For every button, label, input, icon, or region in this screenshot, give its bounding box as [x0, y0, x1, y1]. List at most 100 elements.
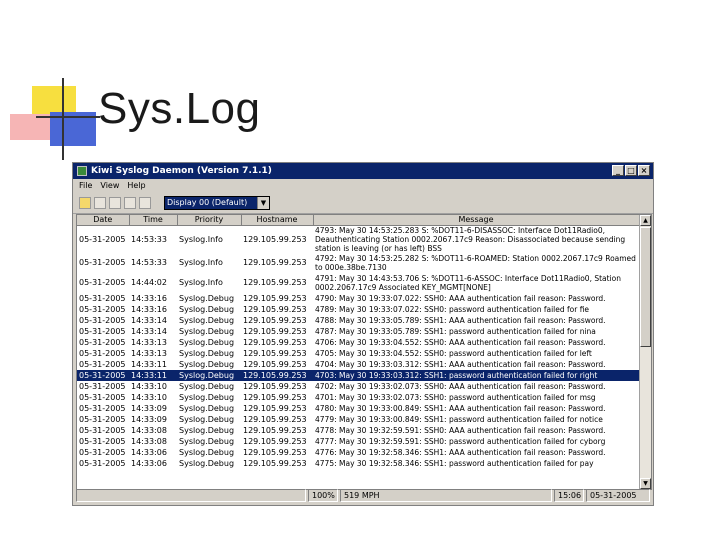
- table-row[interactable]: 05-31-2005 14:33:08 Syslog.Debug 129.105.99…: [77, 436, 639, 447]
- cell-time: 14:53:33: [131, 258, 167, 267]
- cell-hostname: 129.105.99.253: [243, 258, 307, 267]
- table-row[interactable]: 05-31-2005 14:33:10 Syslog.Debug 129.105.99…: [77, 392, 639, 403]
- vertical-scrollbar[interactable]: ▲ ▼: [639, 215, 651, 489]
- toolbar: Display 00 (Default) ▼: [73, 192, 653, 214]
- cell-time: 14:53:33: [131, 234, 167, 244]
- menu-file[interactable]: File: [79, 181, 92, 190]
- window-title: Kiwi Syslog Daemon (Version 7.1.1): [91, 166, 272, 176]
- close-button[interactable]: ×: [638, 165, 650, 176]
- cell-priority: Syslog.Debug: [179, 326, 235, 336]
- cell-priority: Syslog.Info: [179, 278, 223, 287]
- status-rate: 519 MPH: [340, 489, 552, 502]
- table-row[interactable]: 05-31-2005 14:33:08 Syslog.Debug 129.105.99…: [77, 425, 639, 436]
- table-row[interactable]: 05-31-2005 14:44:02 Syslog.Info 129.105.99.…: [77, 273, 639, 293]
- cell-priority: Syslog.Debug: [177, 369, 241, 381]
- cell-message: 4775: May 30 19:32:58.346: SSH1: passwor…: [315, 458, 594, 468]
- cell-date: 05-31-2005: [79, 403, 126, 413]
- menu-view[interactable]: View: [100, 181, 119, 190]
- clear-display-icon[interactable]: [79, 196, 91, 209]
- scroll-thumb[interactable]: [640, 227, 651, 347]
- window-titlebar[interactable]: Kiwi Syslog Daemon (Version 7.1.1) _ □ ×: [73, 163, 653, 179]
- table-row[interactable]: 05-31-2005 14:33:11 Syslog.Debug 129.105.99…: [77, 359, 639, 370]
- cell-hostname: 129.105.99.253: [243, 436, 307, 446]
- table-row[interactable]: 05-31-2005 14:33:14 Syslog.Debug 129.105.99…: [77, 315, 639, 326]
- setup-icon[interactable]: [139, 196, 151, 209]
- cell-priority: Syslog.Info: [179, 258, 223, 267]
- table-row[interactable]: 05-31-2005 14:33:11 Syslog.Debug 129.105.99…: [77, 369, 639, 381]
- slide-title: Sys.Log: [98, 84, 261, 133]
- cell-message: 4789: May 30 19:33:07.022: SSH0: passwor…: [315, 304, 590, 314]
- scroll-up-arrow-icon[interactable]: ▲: [640, 215, 651, 226]
- cell-message: 4790: May 30 19:33:07.022: SSH0: AAA aut…: [315, 293, 606, 303]
- syslog-message-grid[interactable]: Date Time Priority Hostname Message 05-3…: [76, 214, 652, 490]
- maximize-button[interactable]: □: [625, 165, 637, 176]
- cell-message: 4777: May 30 19:32:59.591: SSH0: passwor…: [315, 436, 606, 446]
- table-row[interactable]: 05-31-2005 14:33:10 Syslog.Debug 129.105.99…: [77, 381, 639, 392]
- cell-date: 05-31-2005: [79, 337, 126, 347]
- cell-date: 05-31-2005: [79, 381, 126, 391]
- cell-priority: Syslog.Debug: [179, 348, 235, 358]
- menu-help[interactable]: Help: [127, 181, 145, 190]
- cell-date: 05-31-2005: [79, 315, 126, 325]
- cell-message: 4703: May 30 19:33:03.312: SSH1: passwor…: [313, 369, 639, 381]
- cell-date: 05-31-2005: [79, 234, 126, 244]
- cell-hostname: 129.105.99.253: [243, 425, 307, 435]
- cell-time: 14:33:13: [131, 348, 167, 358]
- cell-date: 05-31-2005: [79, 458, 126, 468]
- table-row[interactable]: 05-31-2005 14:33:13 Syslog.Debug 129.105.99…: [77, 348, 639, 359]
- cell-hostname: 129.105.99.253: [243, 234, 307, 244]
- cell-priority: Syslog.Debug: [179, 337, 235, 347]
- status-spacer: [76, 489, 306, 502]
- table-row[interactable]: 05-31-2005 14:33:09 Syslog.Debug 129.105.99…: [77, 414, 639, 425]
- chevron-down-icon[interactable]: ▼: [257, 196, 269, 209]
- column-header-hostname[interactable]: Hostname: [241, 215, 314, 226]
- cell-hostname: 129.105.99.253: [243, 326, 307, 336]
- cell-time: 14:33:16: [131, 293, 167, 303]
- cell-time: 14:33:14: [131, 315, 167, 325]
- cell-hostname: 129.105.99.253: [243, 359, 307, 369]
- cell-time: 14:33:16: [131, 304, 167, 314]
- column-header-message[interactable]: Message: [313, 215, 640, 226]
- cell-hostname: 129.105.99.253: [243, 381, 307, 391]
- table-row[interactable]: 05-31-2005 14:33:14 Syslog.Debug 129.105.99…: [77, 326, 639, 337]
- cell-priority: Syslog.Debug: [179, 425, 235, 435]
- cell-priority: Syslog.Info: [179, 234, 223, 244]
- cell-priority: Syslog.Debug: [179, 359, 235, 369]
- table-row[interactable]: 05-31-2005 14:53:33 Syslog.Info 129.105.99.…: [77, 253, 639, 273]
- cell-priority: Syslog.Debug: [179, 403, 235, 413]
- table-row[interactable]: 05-31-2005 14:33:16 Syslog.Debug 129.105.99…: [77, 293, 639, 304]
- column-header-date[interactable]: Date: [77, 215, 130, 226]
- cell-time: 14:33:11: [129, 369, 177, 381]
- table-row[interactable]: 05-31-2005 14:33:16 Syslog.Debug 129.105.99…: [77, 304, 639, 315]
- cell-priority: Syslog.Debug: [179, 458, 235, 468]
- copy-icon[interactable]: [94, 196, 106, 209]
- cell-date: 05-31-2005: [79, 414, 126, 424]
- cell-hostname: 129.105.99.253: [243, 304, 307, 314]
- cell-message: 4792: May 30 14:53:25.282 S: %DOT11-6-RO…: [315, 253, 636, 272]
- table-row[interactable]: 05-31-2005 14:33:09 Syslog.Debug 129.105.99…: [77, 403, 639, 414]
- minimize-button[interactable]: _: [612, 165, 624, 176]
- mail-icon[interactable]: [109, 196, 121, 209]
- cell-priority: Syslog.Debug: [179, 414, 235, 424]
- table-row[interactable]: 05-31-2005 14:33:06 Syslog.Debug 129.105.99…: [77, 447, 639, 458]
- column-header-time[interactable]: Time: [129, 215, 178, 226]
- cell-hostname: 129.105.99.253: [243, 337, 307, 347]
- table-row[interactable]: 05-31-2005 14:33:13 Syslog.Debug 129.105.99…: [77, 337, 639, 348]
- cell-date: 05-31-2005: [79, 359, 126, 369]
- status-bar: 100% 519 MPH 15:06 05-31-2005: [76, 489, 652, 503]
- cell-message: 4778: May 30 19:32:59.591: SSH0: AAA aut…: [315, 425, 606, 435]
- table-row[interactable]: 05-31-2005 14:53:33 Syslog.Info 129.105.99.…: [77, 225, 639, 253]
- cell-priority: Syslog.Debug: [179, 436, 235, 446]
- alert-icon[interactable]: [124, 196, 136, 209]
- slide-decoration-vertical-line: [62, 78, 64, 160]
- display-select[interactable]: Display 00 (Default) ▼: [164, 195, 270, 210]
- cell-time: 14:33:10: [131, 392, 167, 402]
- scroll-down-arrow-icon[interactable]: ▼: [640, 478, 651, 489]
- column-header-priority[interactable]: Priority: [177, 215, 242, 226]
- cell-message: 4702: May 30 19:33:02.073: SSH0: AAA aut…: [315, 381, 606, 391]
- slide-decoration-horizontal-line: [36, 116, 100, 118]
- cell-time: 14:44:02: [131, 278, 167, 287]
- table-row[interactable]: 05-31-2005 14:33:06 Syslog.Debug 129.105.99…: [77, 458, 639, 469]
- cell-date: 05-31-2005: [79, 278, 126, 287]
- cell-priority: Syslog.Debug: [179, 304, 235, 314]
